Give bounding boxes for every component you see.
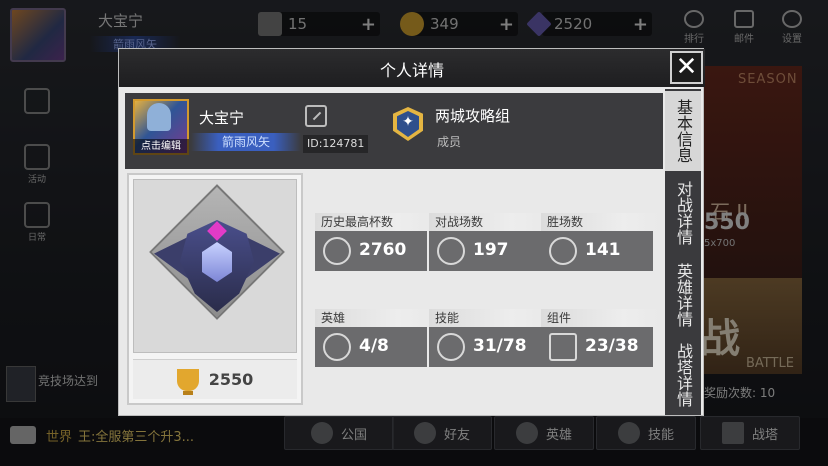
profile-dialog: 个人详情 ✕ 基本信息 对战详情 英雄详情 战塔详情 点击编辑 大宝宁 箭雨风矢… xyxy=(118,48,705,416)
castle-icon xyxy=(549,333,577,361)
profile-id: ID:124781 xyxy=(303,135,369,153)
trophy-count: 2550 xyxy=(208,370,254,389)
stat-value: 197 xyxy=(473,240,509,260)
tab-battle-details[interactable]: 对战详情 xyxy=(665,173,701,253)
hero-helmet-icon xyxy=(323,333,351,361)
skill-flame-icon xyxy=(437,333,465,361)
rank-panel: 2550 xyxy=(127,173,303,405)
guild-name[interactable]: 两城攻略组 xyxy=(435,105,510,126)
trophy-count-bar: 2550 xyxy=(133,359,297,399)
tab-basic-info[interactable]: 基本信息 xyxy=(665,91,701,171)
stat-value: 2760 xyxy=(359,240,407,260)
stat-value: 31/78 xyxy=(473,336,527,356)
stat-heroes: 英雄 4/8 xyxy=(315,309,433,367)
stat-label: 胜场数 xyxy=(541,213,659,231)
trophy-icon xyxy=(323,237,351,265)
dialog-title: 个人详情 xyxy=(379,61,444,80)
rank-emblem-box xyxy=(133,179,297,353)
stat-value: 4/8 xyxy=(359,336,389,356)
close-icon: ✕ xyxy=(675,52,698,82)
stat-label: 组件 xyxy=(541,309,659,327)
profile-name: 大宝宁 xyxy=(199,109,245,127)
avatar-edit-label[interactable]: 点击编辑 xyxy=(133,139,189,155)
tab-hero-details[interactable]: 英雄详情 xyxy=(665,255,701,335)
stat-highest-trophies: 历史最高杯数 2760 xyxy=(315,213,433,271)
stat-value: 23/38 xyxy=(585,336,639,356)
trophy-icon xyxy=(176,368,199,395)
edit-name-icon[interactable] xyxy=(305,105,327,127)
guild-role: 成员 xyxy=(437,135,462,149)
stat-wins: 胜场数 141 xyxy=(541,213,659,271)
stat-label: 对战场数 xyxy=(429,213,547,231)
stat-label: 历史最高杯数 xyxy=(315,213,433,231)
stat-skills: 技能 31/78 xyxy=(429,309,547,367)
stat-total-battles: 对战场数 197 xyxy=(429,213,547,271)
guild-star-icon: ✦ xyxy=(402,114,414,130)
stat-components: 组件 23/38 xyxy=(541,309,659,367)
stat-value: 141 xyxy=(585,240,621,260)
crossed-swords-icon xyxy=(437,237,465,265)
sword-laurel-icon xyxy=(549,237,577,265)
avatar-character-icon xyxy=(147,103,171,131)
dialog-tabs: 基本信息 对战详情 英雄详情 战塔详情 xyxy=(665,89,701,415)
stat-label: 英雄 xyxy=(315,309,433,327)
profile-header: 点击编辑 大宝宁 箭雨风矢 ID:124781 ✦ 两城攻略组 成员 xyxy=(125,93,663,169)
tab-tower-details[interactable]: 战塔详情 xyxy=(665,335,701,415)
stat-label: 技能 xyxy=(429,309,547,327)
close-button[interactable]: ✕ xyxy=(670,51,703,84)
profile-title-banner: 箭雨风矢 xyxy=(191,133,301,151)
